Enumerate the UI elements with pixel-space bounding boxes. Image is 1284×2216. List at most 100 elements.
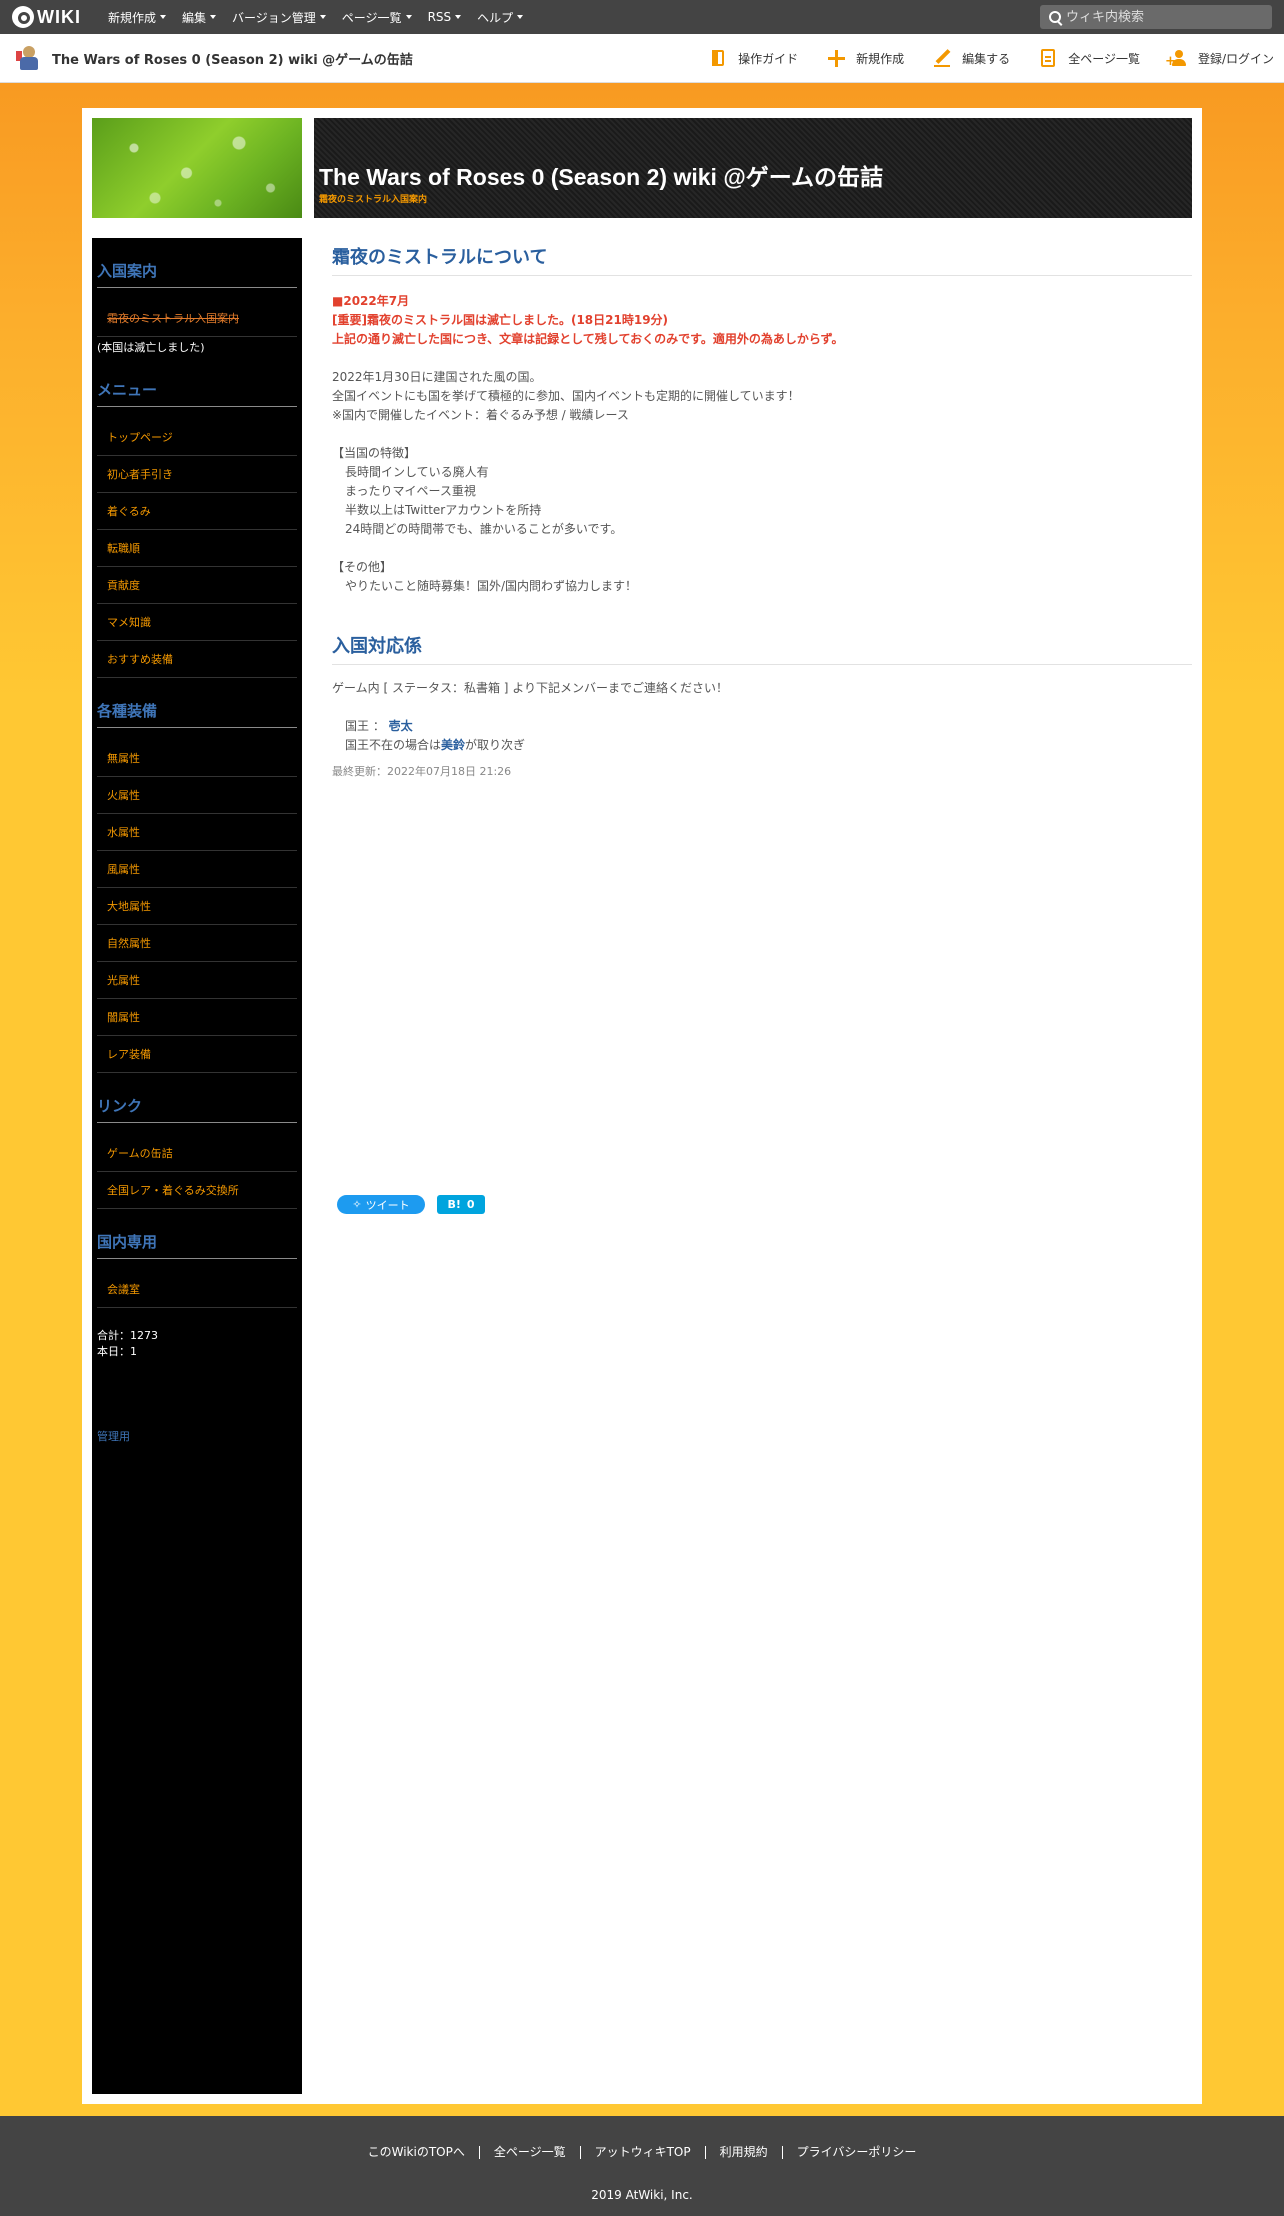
deputy-name-link[interactable]: 美鈴 bbox=[441, 738, 465, 752]
sidebar-item-none[interactable]: 無属性 bbox=[97, 740, 297, 777]
sidebar-item-dark[interactable]: 闇属性 bbox=[97, 999, 297, 1036]
sidebar-heading-entry: 入国案内 bbox=[97, 260, 297, 288]
sidebar-item-water[interactable]: 水属性 bbox=[97, 814, 297, 851]
login-button[interactable]: + 登録/ログイン bbox=[1165, 48, 1274, 68]
share-buttons: ✧ ツイート B! 0 bbox=[337, 1195, 485, 1214]
twitter-bird-icon: ✧ bbox=[352, 1198, 362, 1211]
hatena-bookmark-button[interactable]: B! 0 bbox=[437, 1195, 485, 1214]
tweet-label: ツイート bbox=[365, 1198, 410, 1212]
sidebar-item-contribution[interactable]: 貢献度 bbox=[97, 567, 297, 604]
section-heading-contact: 入国対応係 bbox=[332, 632, 1192, 665]
all-pages-button[interactable]: 全ページ一覧 bbox=[1038, 48, 1140, 68]
caret-down-icon bbox=[319, 15, 326, 19]
sidebar-item-meeting-room[interactable]: 会議室 bbox=[97, 1271, 297, 1308]
sidebar-list-equipment: 無属性 火属性 水属性 風属性 大地属性 自然属性 光属性 闇属性 レア装備 bbox=[97, 740, 297, 1073]
sidebar-item-game-can[interactable]: ゲームの缶詰 bbox=[97, 1135, 297, 1172]
sidebar-heading-links: リンク bbox=[97, 1095, 297, 1123]
search-input[interactable] bbox=[1066, 7, 1262, 27]
footer-link-wiki-top[interactable]: このWikiのTOPへ bbox=[354, 2146, 479, 2159]
footer-link-all-pages[interactable]: 全ページ一覧 bbox=[478, 2146, 580, 2159]
sidebar-list-domestic: 会議室 bbox=[97, 1271, 297, 1308]
sidebar-item-kigurumi[interactable]: 着ぐるみ bbox=[97, 493, 297, 530]
page-frame: The Wars of Roses 0 (Season 2) wiki @ゲーム… bbox=[82, 108, 1202, 2104]
logo-text: WIKI bbox=[37, 7, 81, 27]
feature-item: 半数以上はTwitterアカウントを所持 bbox=[345, 503, 542, 517]
action-label: 全ページ一覧 bbox=[1068, 51, 1140, 66]
hatena-b-icon: B! bbox=[447, 1198, 461, 1211]
intro-line: ※国内で開催したイベント：着ぐるみ予想 / 戦績レース bbox=[332, 408, 629, 422]
feature-item: 長時間インしている廃人有 bbox=[345, 465, 489, 479]
banner-title[interactable]: The Wars of Roses 0 (Season 2) wiki @ゲーム… bbox=[319, 158, 883, 192]
sidebar-item-top[interactable]: トップページ bbox=[97, 419, 297, 456]
king-label: 国王 ： bbox=[345, 719, 385, 733]
sidebar-item-wind[interactable]: 風属性 bbox=[97, 851, 297, 888]
menu-help[interactable]: ヘルプ bbox=[477, 9, 524, 26]
menu-edit[interactable]: 編集 bbox=[182, 9, 217, 26]
feature-item: 24時間どの時間帯でも、誰かいることが多いです。 bbox=[345, 522, 623, 536]
wiki-banner: The Wars of Roses 0 (Season 2) wiki @ゲーム… bbox=[314, 118, 1192, 218]
at-sign-icon bbox=[12, 6, 34, 28]
intro-block: 2022年1月30日に建国された風の国。 全国イベントにも国を挙げて積極的に参加… bbox=[332, 368, 1192, 425]
caret-down-icon bbox=[455, 15, 462, 19]
tweet-button[interactable]: ✧ ツイート bbox=[337, 1195, 425, 1214]
sidebar-heading-menu: メニュー bbox=[97, 379, 297, 407]
menu-label: 新規作成 bbox=[108, 10, 157, 25]
action-label: 新規作成 bbox=[856, 51, 905, 66]
footer-links: このWikiのTOPへ 全ページ一覧 アットウィキTOP 利用規約 プライバシー… bbox=[0, 2146, 1284, 2159]
features-block: 【当国の特徴】 長時間インしている廃人有 まったりマイペース重視 半数以上はTw… bbox=[332, 444, 1192, 539]
footer-link-terms[interactable]: 利用規約 bbox=[704, 2146, 782, 2159]
king-line: 国王 ： 壱太 bbox=[332, 717, 1192, 736]
sidebar-item-tips[interactable]: マメ知識 bbox=[97, 604, 297, 641]
sidebar-item-beginner[interactable]: 初心者手引き bbox=[97, 456, 297, 493]
sidebar-item-job-order[interactable]: 転職順 bbox=[97, 530, 297, 567]
caret-down-icon bbox=[405, 15, 412, 19]
new-page-button[interactable]: 新規作成 bbox=[826, 48, 904, 68]
edit-button[interactable]: 編集する bbox=[932, 48, 1010, 68]
add-user-icon: + bbox=[1165, 48, 1188, 68]
site-title-link[interactable]: The Wars of Roses 0 (Season 2) wiki @ゲーム… bbox=[52, 49, 413, 68]
menu-rss[interactable]: RSS bbox=[428, 10, 462, 24]
atwiki-logo[interactable]: WIKI bbox=[12, 6, 90, 28]
absent-line: 国王不在の場合は美鈴が取り次ぎ bbox=[332, 736, 1192, 755]
menu-new[interactable]: 新規作成 bbox=[108, 9, 167, 26]
header-actions: 操作ガイド 新規作成 編集する 全ページ一覧 + 登録/ログイン bbox=[708, 34, 1274, 82]
notice-block: ■2022年7月 [重要]霜夜のミストラル国は滅亡しました。(18日21時19分… bbox=[332, 292, 1192, 349]
global-menu: 新規作成 編集 バージョン管理 ページ一覧 RSS ヘルプ bbox=[108, 0, 524, 34]
other-block: 【その他】 やりたいこと随時募集！国外/国内問わず協力します！ bbox=[332, 558, 1192, 596]
notice-date: ■2022年7月 bbox=[332, 294, 410, 308]
sidebar-item-entry-guide[interactable]: 霜夜のミストラル入国案内 bbox=[97, 300, 297, 337]
footer-link-privacy[interactable]: プライバシーポリシー bbox=[781, 2146, 931, 2159]
action-label: 登録/ログイン bbox=[1197, 51, 1274, 66]
sidebar-list-links: ゲームの缶詰 全国レア・着ぐるみ交換所 bbox=[97, 1135, 297, 1209]
sidebar-item-earth[interactable]: 大地属性 bbox=[97, 888, 297, 925]
sidebar-item-recommended[interactable]: おすすめ装備 bbox=[97, 641, 297, 678]
sidebar-heading-domestic: 国内専用 bbox=[97, 1231, 297, 1259]
intro-line: 2022年1月30日に建国された風の国。 bbox=[332, 370, 542, 384]
absent-post: が取り次ぎ bbox=[465, 738, 526, 752]
counter-today: 本日：1 bbox=[97, 1345, 137, 1358]
menu-label: RSS bbox=[427, 10, 452, 24]
copyright: 2019 AtWiki, Inc. bbox=[591, 2188, 693, 2202]
sidebar-list-entry: 霜夜のミストラル入国案内 bbox=[97, 300, 297, 337]
sidebar-item-exchange[interactable]: 全国レア・着ぐるみ交換所 bbox=[97, 1172, 297, 1209]
feature-item: まったりマイペース重視 bbox=[345, 484, 476, 498]
banner-page-title: 霜夜のミストラル入国案内 bbox=[319, 195, 428, 205]
sidebar-item-nature[interactable]: 自然属性 bbox=[97, 925, 297, 962]
sidebar-item-light[interactable]: 光属性 bbox=[97, 962, 297, 999]
intro-line: 全国イベントにも国を挙げて積極的に参加、国内イベントも定期的に開催しています！ bbox=[332, 389, 800, 403]
sidebar-heading-equipment: 各種装備 bbox=[97, 700, 297, 728]
menu-version[interactable]: バージョン管理 bbox=[232, 9, 326, 26]
footer-link-atwiki-top[interactable]: アットウィキTOP bbox=[579, 2146, 705, 2159]
menu-pages[interactable]: ページ一覧 bbox=[342, 9, 412, 26]
absent-pre: 国王不在の場合は bbox=[345, 738, 442, 752]
features-title: 【当国の特徴】 bbox=[332, 446, 417, 460]
guide-button[interactable]: 操作ガイド bbox=[708, 48, 798, 68]
caret-down-icon bbox=[517, 15, 524, 19]
sidebar-list-menu: トップページ 初心者手引き 着ぐるみ 転職順 貢献度 マメ知識 おすすめ装備 bbox=[97, 419, 297, 678]
action-label: 編集する bbox=[962, 51, 1011, 66]
sidebar-item-rare[interactable]: レア装備 bbox=[97, 1036, 297, 1073]
site-avatar-icon[interactable] bbox=[16, 45, 42, 71]
admin-link[interactable]: 管理用 bbox=[97, 1428, 297, 1444]
king-name-link[interactable]: 壱太 bbox=[389, 719, 413, 733]
sidebar-item-fire[interactable]: 火属性 bbox=[97, 777, 297, 814]
